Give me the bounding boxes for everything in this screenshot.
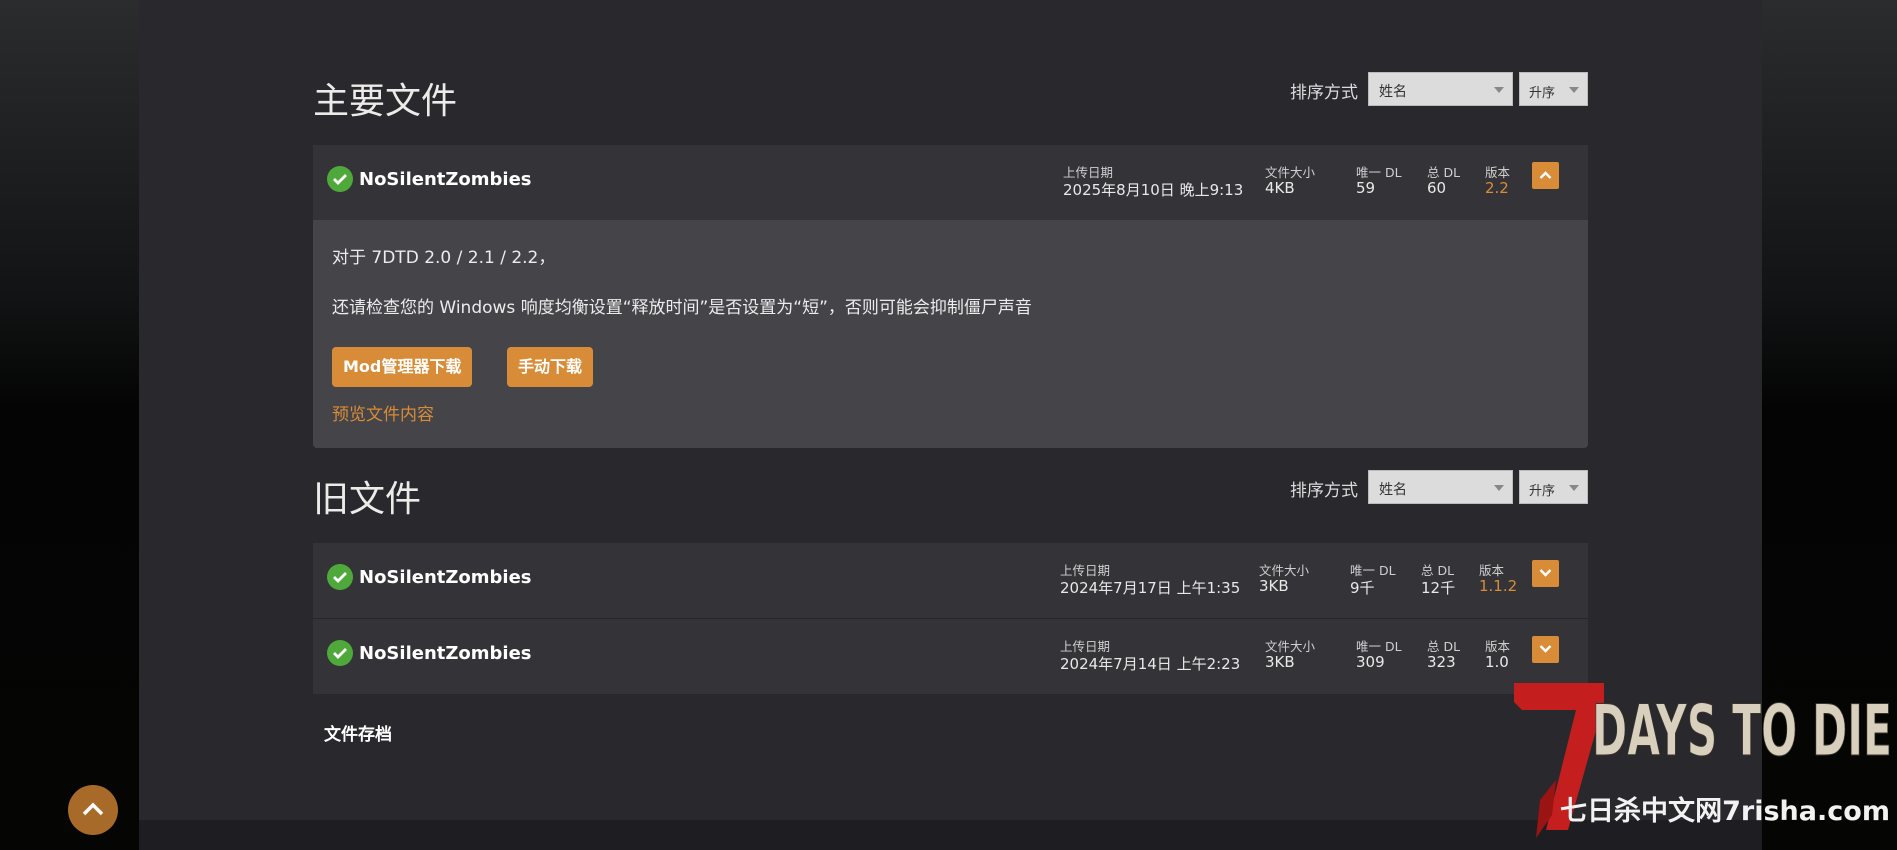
file-row[interactable]: NoSilentZombies 上传日期 2025年8月10日 晚上9:13 文… bbox=[313, 145, 1588, 220]
unique-dl-value: 9千 bbox=[1350, 579, 1375, 597]
file-name[interactable]: NoSilentZombies bbox=[359, 643, 532, 664]
sort-field-select[interactable]: 姓名 bbox=[1368, 470, 1513, 504]
chevron-up-icon bbox=[82, 802, 104, 816]
collapse-button[interactable] bbox=[1532, 162, 1559, 189]
sort-field-select[interactable]: 姓名 bbox=[1368, 72, 1513, 106]
sort-label: 排序方式 bbox=[1290, 481, 1358, 501]
total-dl-value: 323 bbox=[1427, 653, 1456, 671]
expand-button[interactable] bbox=[1532, 636, 1559, 663]
version-value: 2.2 bbox=[1485, 179, 1509, 197]
background-left bbox=[0, 0, 139, 850]
file-card-main: NoSilentZombies 上传日期 2025年8月10日 晚上9:13 文… bbox=[313, 145, 1588, 448]
mod-manager-download-button[interactable]: Mod管理器下载 bbox=[332, 347, 473, 387]
unique-dl-value: 59 bbox=[1356, 179, 1376, 197]
scroll-to-top-button[interactable] bbox=[68, 785, 118, 835]
file-name[interactable]: NoSilentZombies bbox=[359, 567, 532, 588]
upload-date-value: 2024年7月14日 上午2:23 bbox=[1060, 655, 1241, 673]
sort-order-value: 升序 bbox=[1529, 86, 1556, 101]
expand-button[interactable] bbox=[1532, 560, 1559, 587]
preview-file-contents-link[interactable]: 预览文件内容 bbox=[332, 400, 434, 425]
unique-dl-value: 309 bbox=[1356, 653, 1385, 671]
verified-check-icon bbox=[327, 564, 353, 590]
file-archive-link[interactable]: 文件存档 bbox=[324, 720, 392, 745]
description-line: 对于 7DTD 2.0 / 2.1 / 2.2， bbox=[332, 248, 556, 268]
svg-text:DAYS TO DIE: DAYS TO DIE bbox=[1592, 690, 1892, 772]
total-dl-value: 60 bbox=[1427, 179, 1447, 197]
svg-text:七日杀中文网7risha.com: 七日杀中文网7risha.com bbox=[1560, 795, 1890, 827]
file-size-value: 3KB bbox=[1265, 653, 1295, 671]
upload-date-value: 2024年7月17日 上午1:35 bbox=[1060, 579, 1241, 597]
chevron-down-icon bbox=[1569, 87, 1579, 93]
manual-download-button[interactable]: 手动下载 bbox=[507, 347, 594, 387]
verified-check-icon bbox=[327, 166, 353, 192]
upload-date-value: 2025年8月10日 晚上9:13 bbox=[1063, 181, 1244, 199]
sort-label: 排序方式 bbox=[1290, 83, 1358, 103]
main-files-title: 主要文件 bbox=[313, 81, 458, 122]
file-size-value: 4KB bbox=[1265, 179, 1295, 197]
file-size-value: 3KB bbox=[1259, 577, 1289, 595]
description-line: 还请检查您的 Windows 响度均衡设置“释放时间”是否设置为“短”，否则可能… bbox=[332, 298, 1032, 318]
file-description-panel: 对于 7DTD 2.0 / 2.1 / 2.2， 还请检查您的 Windows … bbox=[313, 220, 1588, 448]
verified-check-icon bbox=[327, 640, 353, 666]
sort-field-value: 姓名 bbox=[1379, 482, 1407, 498]
chevron-down-icon bbox=[1494, 485, 1504, 491]
sort-order-select[interactable]: 升序 bbox=[1519, 470, 1588, 504]
chevron-down-icon bbox=[1569, 485, 1579, 491]
old-files-title: 旧文件 bbox=[313, 479, 422, 520]
old-files-list: NoSilentZombies 上传日期 2024年7月17日 上午1:35 文… bbox=[313, 543, 1588, 694]
total-dl-value: 12千 bbox=[1421, 579, 1456, 597]
watermark-logo: DAYS TO DIE 七日杀中文网7risha.com bbox=[1514, 683, 1893, 838]
sort-order-value: 升序 bbox=[1529, 484, 1556, 499]
file-row[interactable]: NoSilentZombies 上传日期 2024年7月14日 上午2:23 文… bbox=[313, 619, 1588, 694]
chevron-down-icon bbox=[1494, 87, 1504, 93]
sort-order-select[interactable]: 升序 bbox=[1519, 72, 1588, 106]
version-value: 1.0 bbox=[1485, 653, 1509, 671]
file-name[interactable]: NoSilentZombies bbox=[359, 169, 532, 190]
file-row[interactable]: NoSilentZombies 上传日期 2024年7月17日 上午1:35 文… bbox=[313, 543, 1588, 619]
version-value: 1.1.2 bbox=[1479, 577, 1518, 595]
sort-field-value: 姓名 bbox=[1379, 84, 1407, 100]
